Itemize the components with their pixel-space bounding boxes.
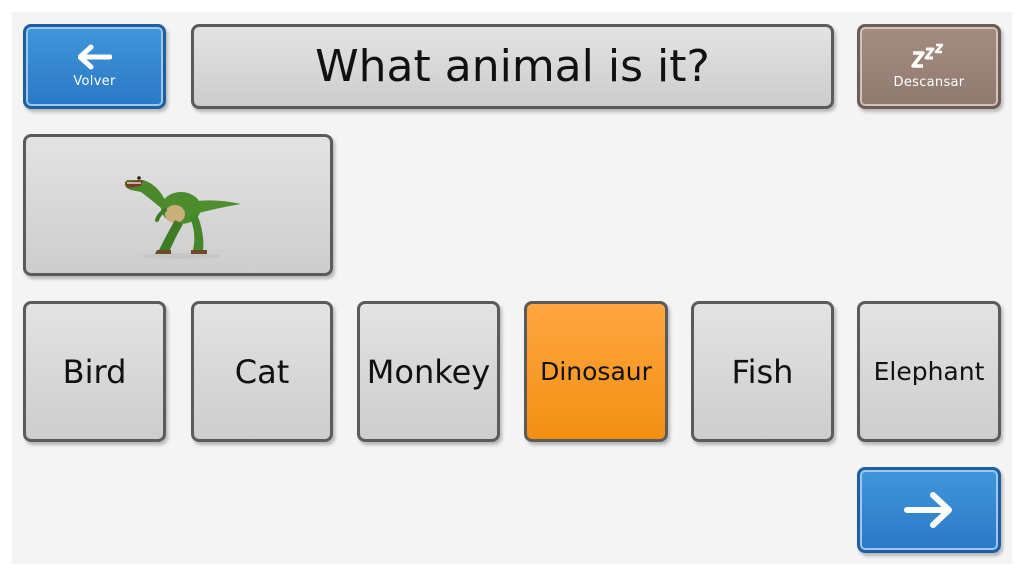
option-label: Bird: [62, 352, 127, 391]
option-elephant-button[interactable]: Elephant: [857, 301, 1001, 442]
animal-image-card: [23, 134, 333, 276]
arrow-left-icon: [77, 44, 112, 70]
back-button[interactable]: Volver: [23, 24, 166, 109]
option-fish-button[interactable]: Fish: [691, 301, 834, 442]
option-label: Elephant: [873, 357, 985, 386]
option-label: Cat: [234, 352, 290, 391]
option-label: Monkey: [366, 352, 491, 391]
rest-label: Descansar: [893, 75, 965, 90]
option-monkey-button[interactable]: Monkey: [357, 301, 500, 442]
rest-button[interactable]: Descansar: [857, 24, 1001, 109]
option-label: Dinosaur: [540, 357, 652, 386]
dinosaur-picture: [124, 176, 241, 259]
question-title-box: What animal is it?: [191, 24, 834, 109]
next-button[interactable]: [857, 467, 1001, 553]
arrow-right-icon: [904, 492, 952, 528]
option-bird-button[interactable]: Bird: [23, 301, 166, 442]
option-cat-button[interactable]: Cat: [191, 301, 333, 442]
question-title: What animal is it?: [315, 41, 710, 92]
zzz-sleep-icon: [911, 43, 944, 68]
back-label: Volver: [73, 74, 116, 89]
option-label: Fish: [731, 352, 794, 391]
option-dinosaur-button[interactable]: Dinosaur: [524, 301, 668, 442]
